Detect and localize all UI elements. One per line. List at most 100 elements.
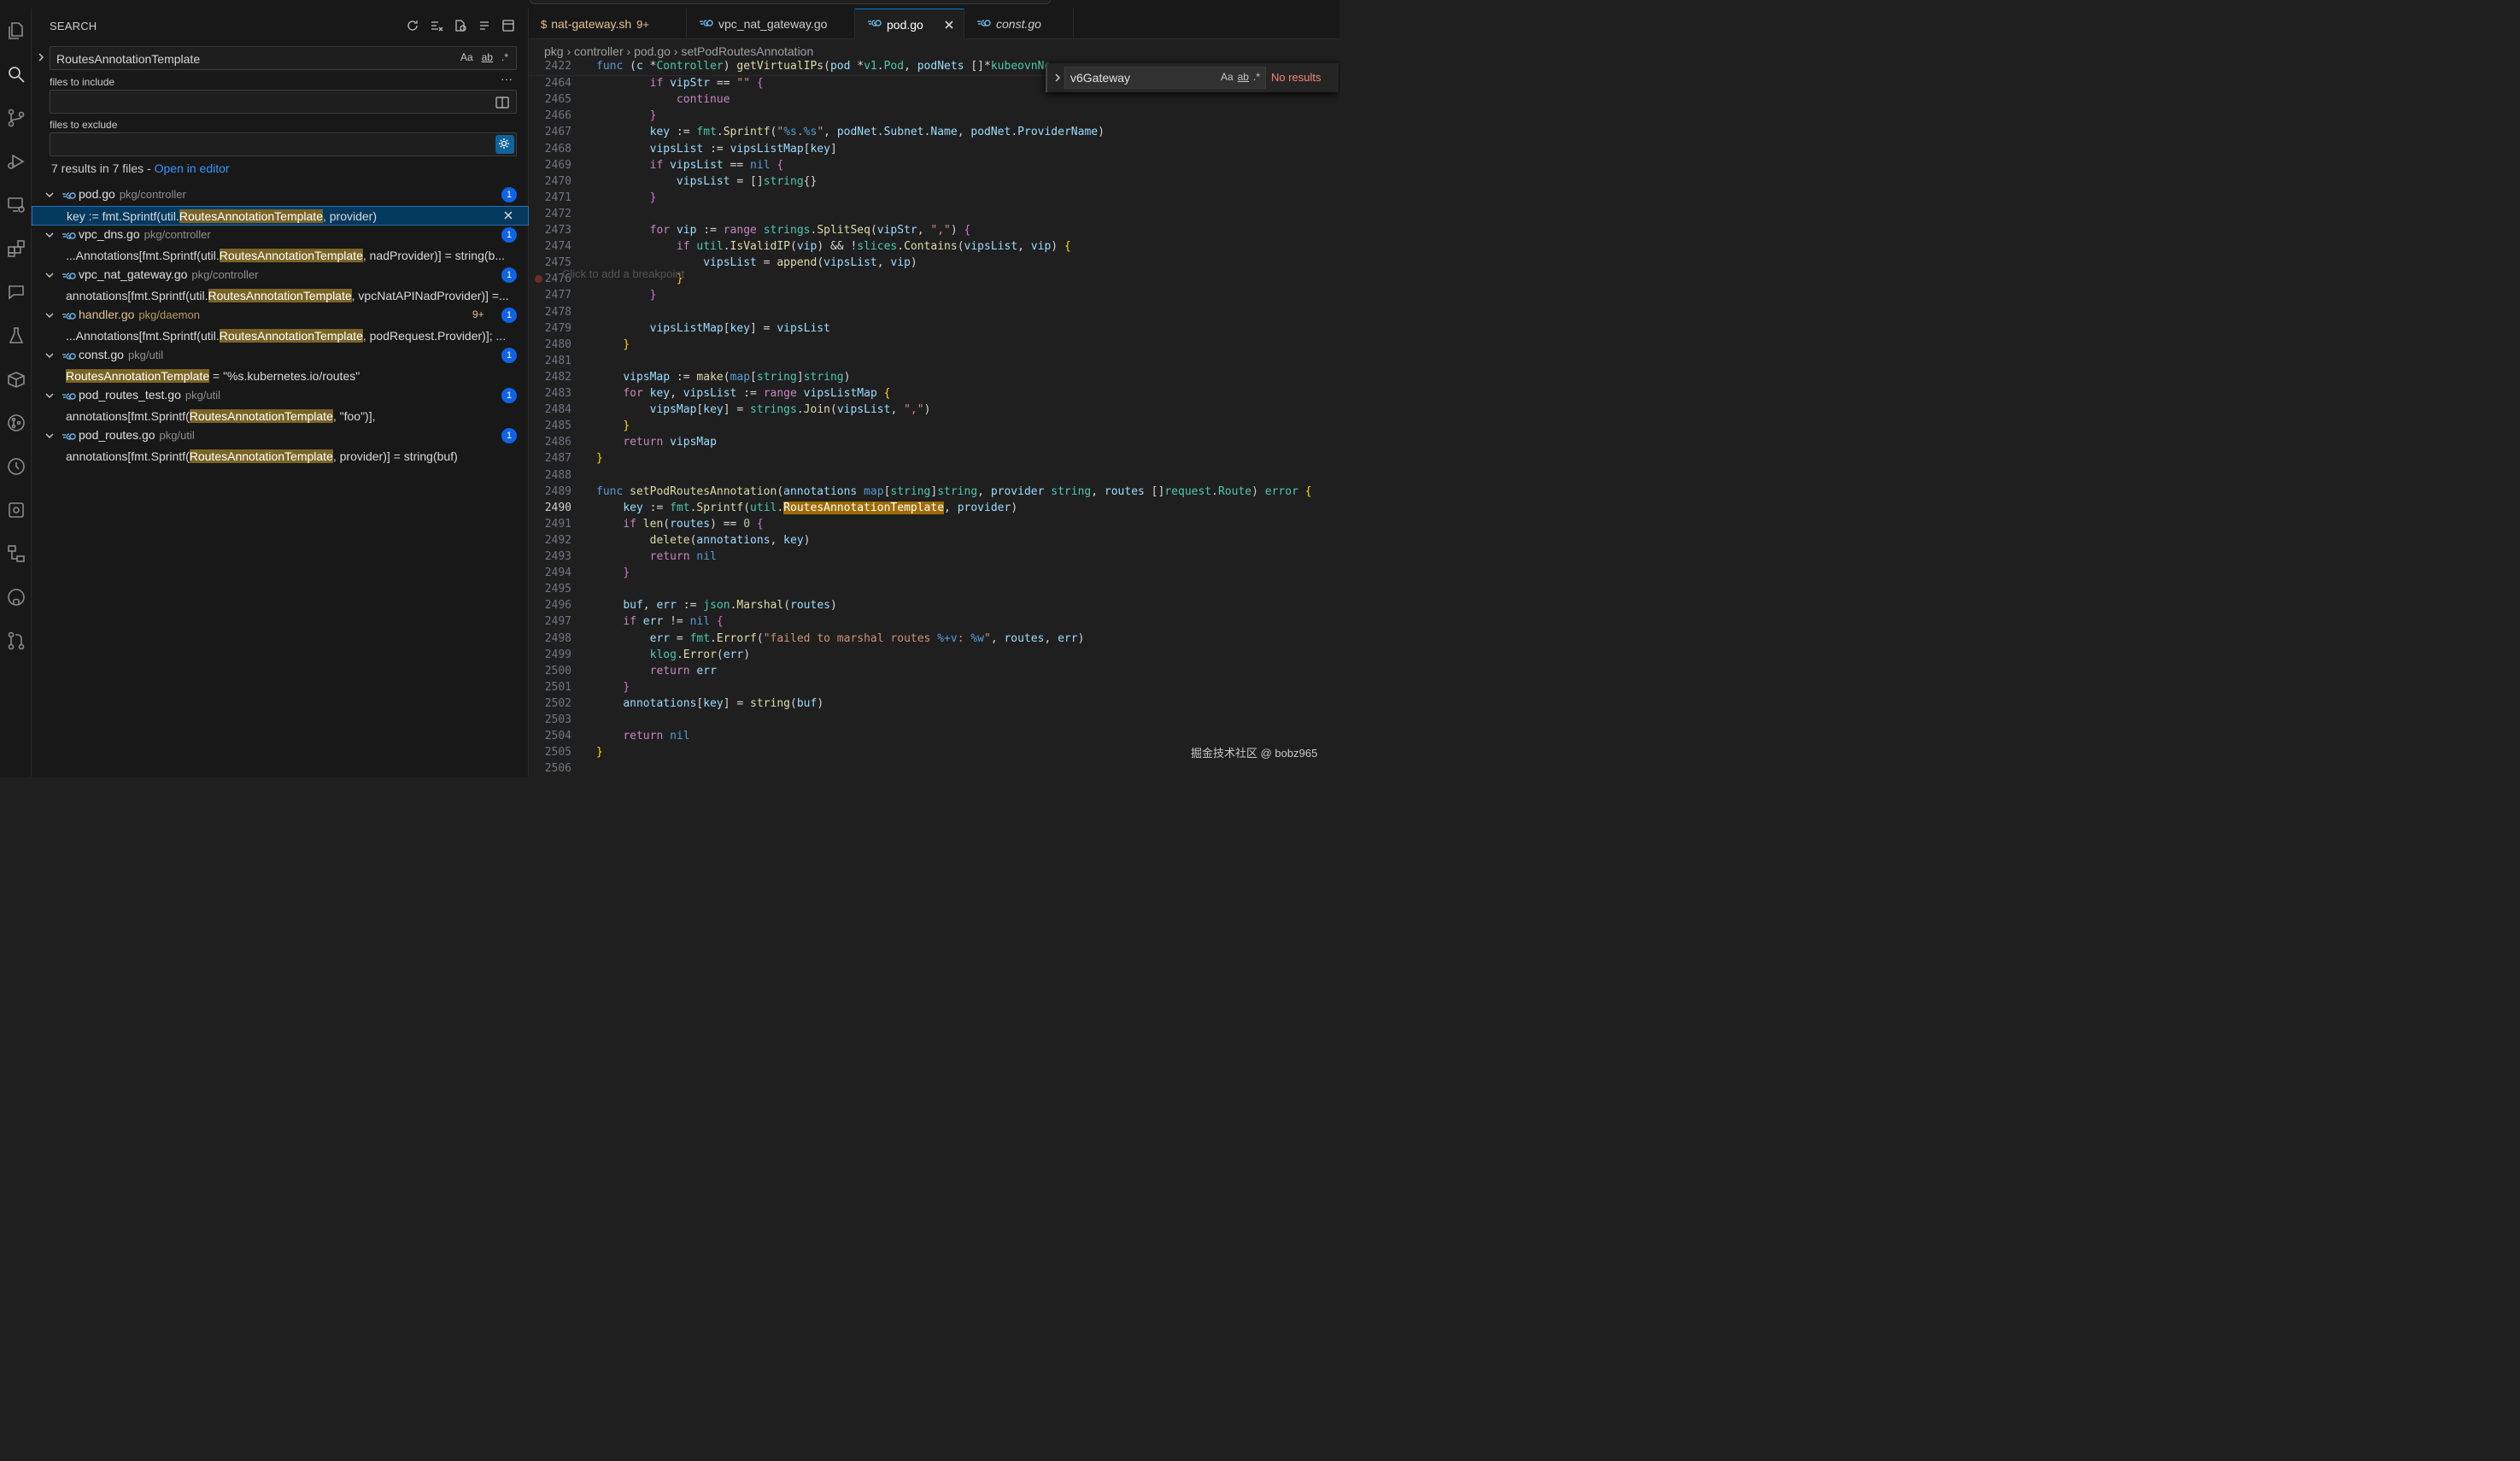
outline-icon[interactable]	[0, 537, 32, 571]
pull-requests-icon[interactable]	[0, 624, 32, 658]
containers-icon[interactable]	[0, 362, 32, 396]
explorer-icon[interactable]	[0, 14, 32, 48]
line-number[interactable]: 2479	[529, 322, 571, 335]
line-number[interactable]: 2490	[529, 502, 571, 514]
code-line[interactable]: 2499 klog.Error(err)	[529, 648, 1339, 665]
toggle-replace-icon[interactable]	[1052, 72, 1063, 82]
result-match-row[interactable]: ...Annotations[fmt.Sprintf(util.RoutesAn…	[32, 326, 529, 346]
chevron-down-icon[interactable]	[44, 430, 56, 442]
code-line[interactable]: 2496 buf, err := json.Marshal(routes)	[529, 599, 1339, 615]
testing-icon[interactable]	[0, 319, 32, 353]
line-number[interactable]: 2506	[529, 762, 571, 775]
line-number[interactable]: 2500	[529, 665, 571, 678]
line-number[interactable]: 2492	[529, 534, 571, 547]
line-number[interactable]: 2499	[529, 648, 571, 661]
line-number[interactable]: 2470	[529, 175, 571, 188]
line-number[interactable]: 2488	[529, 469, 571, 482]
search-icon[interactable]	[0, 57, 32, 91]
line-number[interactable]: 2485	[529, 420, 571, 432]
open-in-editor-link[interactable]: Open in editor	[155, 161, 230, 175]
tab-nat-gateway-sh[interactable]: $ nat-gateway.sh 9+	[529, 9, 687, 39]
line-number[interactable]: 2467	[529, 126, 571, 138]
toggle-details-button[interactable]: ···	[501, 72, 513, 85]
clear-results-icon[interactable]	[427, 17, 446, 34]
code-line[interactable]: 2468 vipsList := vipsListMap[key]	[529, 143, 1339, 159]
code-line[interactable]: 2493 return nil	[529, 550, 1339, 566]
result-file-row[interactable]: handler.go pkg/daemon 9+ 1	[32, 306, 529, 326]
code-line[interactable]: 2495	[529, 583, 1339, 599]
kubernetes-icon[interactable]	[0, 493, 32, 527]
result-match-row[interactable]: key := fmt.Sprintf(util.RoutesAnnotation…	[32, 205, 529, 226]
code-line[interactable]: 2488	[529, 469, 1339, 485]
code-line[interactable]: 2471 }	[529, 191, 1339, 208]
code-line[interactable]: 2481	[529, 355, 1339, 371]
regex-toggle[interactable]: .*	[499, 50, 511, 64]
code-line[interactable]: 2477 }	[529, 289, 1339, 305]
code-line[interactable]: 2503	[529, 713, 1339, 730]
line-number[interactable]: 2481	[529, 355, 571, 367]
line-number[interactable]: 2505	[529, 746, 571, 759]
find-input[interactable]: v6Gateway Aa ab .*	[1064, 67, 1266, 89]
command-center[interactable]	[530, 0, 1051, 4]
code-line[interactable]: 2497 if err != nil {	[529, 615, 1339, 631]
line-number[interactable]: 2493	[529, 550, 571, 563]
code-line[interactable]: 2479 vipsListMap[key] = vipsList	[529, 322, 1339, 338]
chevron-down-icon[interactable]	[44, 349, 56, 361]
line-number[interactable]: 2489	[529, 485, 571, 498]
tab-vpc-nat-gateway-go[interactable]: vpc_nat_gateway.go	[687, 9, 855, 39]
breakpoint-hint-dot[interactable]	[535, 275, 542, 283]
line-number[interactable]: 2496	[529, 599, 571, 612]
collapse-all-icon[interactable]	[475, 17, 494, 34]
code-line[interactable]: 2473 for vip := range strings.SplitSeq(v…	[529, 224, 1339, 240]
toggle-replace-chevron-icon[interactable]	[35, 51, 47, 63]
find-whole-word-toggle[interactable]: ab	[1238, 71, 1249, 83]
line-number[interactable]: 2464	[529, 77, 571, 90]
timeline-icon[interactable]	[0, 449, 32, 484]
find-regex-toggle[interactable]: .*	[1253, 71, 1260, 83]
line-number[interactable]: 2478	[529, 306, 571, 319]
code-line[interactable]: 2474 if util.IsValidIP(vip) && !slices.C…	[529, 240, 1339, 256]
chevron-down-icon[interactable]	[44, 269, 56, 281]
code-line[interactable]: 2506	[529, 762, 1339, 777]
line-number[interactable]: 2491	[529, 518, 571, 531]
files-include-input[interactable]	[50, 90, 517, 114]
files-exclude-input[interactable]	[50, 132, 517, 156]
new-search-editor-icon[interactable]	[451, 17, 470, 34]
chevron-down-icon[interactable]	[44, 390, 56, 402]
source-control-icon[interactable]	[0, 101, 32, 135]
chevron-down-icon[interactable]	[44, 189, 56, 201]
line-number[interactable]: 2486	[529, 436, 571, 449]
result-match-row[interactable]: RoutesAnnotationTemplate = "%s.kubernete…	[32, 367, 529, 386]
code-line[interactable]: 2472	[529, 208, 1339, 224]
line-number[interactable]: 2466	[529, 109, 571, 122]
line-number[interactable]: 2502	[529, 697, 571, 710]
code-line[interactable]: 2467 key := fmt.Sprintf("%s.%s", podNet.…	[529, 126, 1339, 142]
line-number[interactable]: 2495	[529, 583, 571, 596]
tab-pod-go[interactable]: pod.go	[855, 9, 964, 39]
code-line[interactable]: 2502 annotations[key] = string(buf)	[529, 697, 1339, 713]
view-as-tree-icon[interactable]	[499, 17, 518, 34]
code-line[interactable]: 2465 continue	[529, 93, 1339, 109]
run-debug-icon[interactable]	[0, 144, 32, 179]
breadcrumb-item[interactable]: pkg	[544, 44, 564, 58]
result-file-row[interactable]: vpc_nat_gateway.go pkg/controller 1	[32, 266, 529, 285]
line-number[interactable]: 2474	[529, 240, 571, 253]
result-match-row[interactable]: annotations[fmt.Sprintf(util.RoutesAnnot…	[32, 286, 529, 306]
find-match-case-toggle[interactable]: Aa	[1221, 71, 1234, 83]
result-file-row[interactable]: const.go pkg/util 1	[32, 346, 529, 366]
close-tab-icon[interactable]	[943, 19, 955, 31]
use-exclude-settings-icon[interactable]	[495, 135, 514, 154]
code-line[interactable]: 2487}	[529, 452, 1339, 468]
remote-explorer-icon[interactable]	[0, 188, 32, 222]
code-line[interactable]: 2494 }	[529, 566, 1339, 583]
code-line[interactable]: 2491 if len(routes) == 0 {	[529, 518, 1339, 534]
chevron-down-icon[interactable]	[44, 229, 56, 241]
line-number[interactable]: 2473	[529, 224, 571, 237]
code-line[interactable]: 2482 vipsMap := make(map[string]string)	[529, 371, 1339, 387]
tab-const-go[interactable]: const.go	[964, 9, 1074, 39]
result-file-row[interactable]: vpc_dns.go pkg/controller 1	[32, 226, 529, 245]
line-number[interactable]: 2472	[529, 208, 571, 220]
code-line[interactable]: 2469 if vipsList == nil {	[529, 159, 1339, 175]
git-graph-icon[interactable]	[0, 406, 32, 440]
code-line[interactable]: 2490 key := fmt.Sprintf(util.RoutesAnnot…	[529, 501, 1339, 518]
